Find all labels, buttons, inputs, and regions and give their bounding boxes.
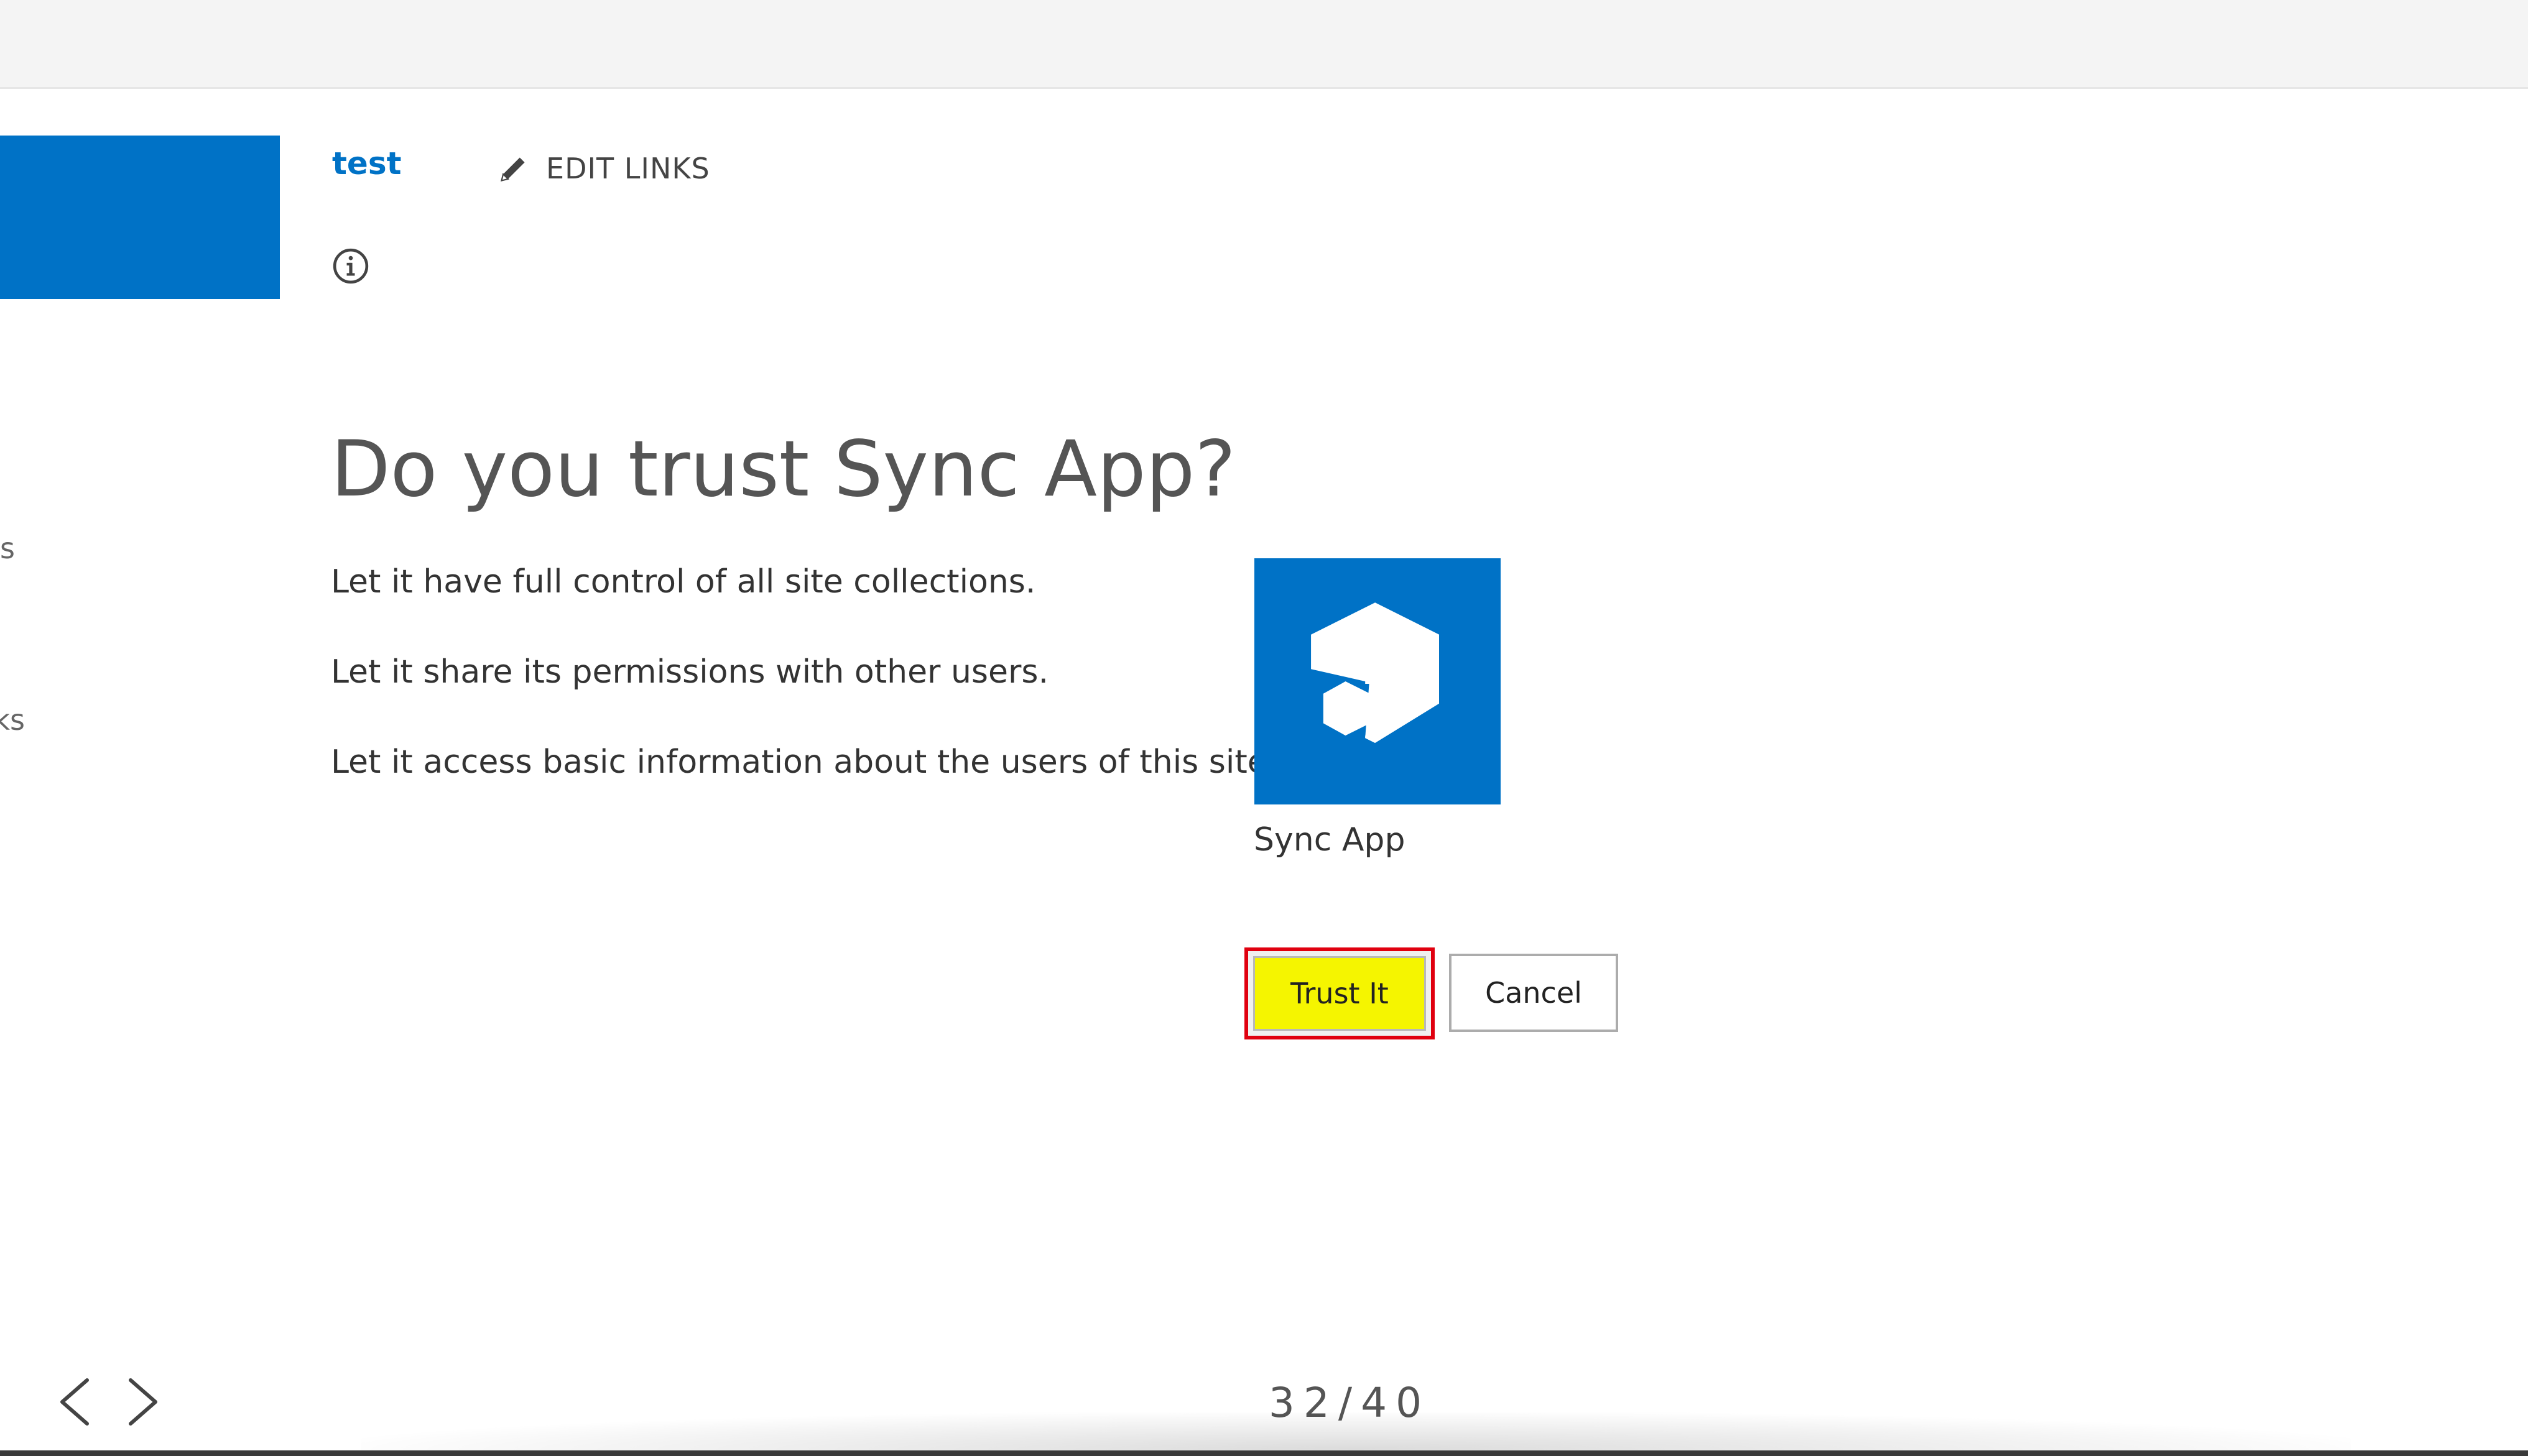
top-bar — [0, 0, 2528, 89]
chevron-right-icon[interactable] — [122, 1374, 165, 1430]
site-title-link[interactable]: test — [332, 142, 401, 185]
left-nav-item-partial[interactable]: s — [0, 530, 25, 567]
bottom-border — [0, 1450, 2528, 1456]
app-name: Sync App — [1254, 821, 1405, 859]
dialog-heading: Do you trust Sync App? — [331, 425, 1236, 514]
app-tile — [1254, 558, 1501, 804]
left-nav-item-partial[interactable]: ks — [0, 701, 25, 739]
chevron-left-icon[interactable] — [52, 1374, 96, 1430]
trust-it-label: Trust It — [1253, 956, 1426, 1031]
edit-links-button[interactable]: EDIT LINKS — [498, 147, 710, 190]
info-icon[interactable] — [331, 247, 370, 285]
sync-app-icon — [1254, 558, 1501, 804]
bottom-shadow — [361, 1412, 2351, 1450]
edit-links-label: EDIT LINKS — [546, 152, 710, 185]
pencil-icon — [501, 157, 525, 182]
page: test EDIT LINKS s ks Do you trust Sync A… — [0, 0, 2528, 1456]
trust-it-button[interactable]: Trust It — [1244, 947, 1435, 1039]
permission-item: Let it have full control of all site col… — [331, 563, 1036, 601]
permission-item: Let it access basic information about th… — [331, 744, 1278, 781]
cancel-button[interactable]: Cancel — [1449, 954, 1618, 1032]
site-logo[interactable] — [0, 136, 280, 299]
permission-item: Let it share its permissions with other … — [331, 653, 1049, 691]
